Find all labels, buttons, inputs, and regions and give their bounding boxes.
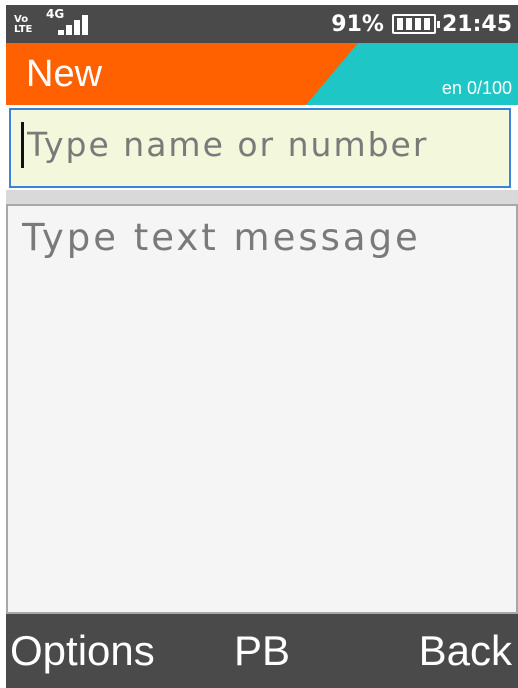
- battery-icon: [391, 14, 440, 34]
- header-bar: New en 0/100: [6, 43, 518, 105]
- back-softkey[interactable]: Back: [419, 626, 512, 676]
- volte-icon: Vo LTE: [14, 15, 32, 35]
- character-counter: en 0/100: [441, 78, 512, 98]
- page-title: New: [26, 53, 103, 95]
- battery-percent: 91%: [331, 11, 384, 37]
- status-bar: Vo LTE 4G 91% 21:45: [6, 5, 518, 43]
- signal-bars-icon: [58, 13, 94, 35]
- clock: 21:45: [441, 11, 512, 37]
- message-box[interactable]: [6, 204, 518, 614]
- volte-bottom-label: LTE: [14, 24, 33, 35]
- recipient-input[interactable]: [27, 118, 507, 170]
- options-softkey[interactable]: Options: [10, 626, 155, 676]
- recipient-field-box[interactable]: [9, 108, 511, 188]
- status-right: 91% 21:45: [331, 9, 512, 39]
- message-input[interactable]: [22, 216, 506, 596]
- text-cursor: [21, 122, 24, 168]
- softkey-bar: Options PB Back: [6, 614, 518, 688]
- recipient-container: [6, 105, 518, 201]
- field-separator: [6, 190, 518, 204]
- phonebook-softkey[interactable]: PB: [234, 626, 290, 676]
- status-left: Vo LTE: [14, 9, 40, 39]
